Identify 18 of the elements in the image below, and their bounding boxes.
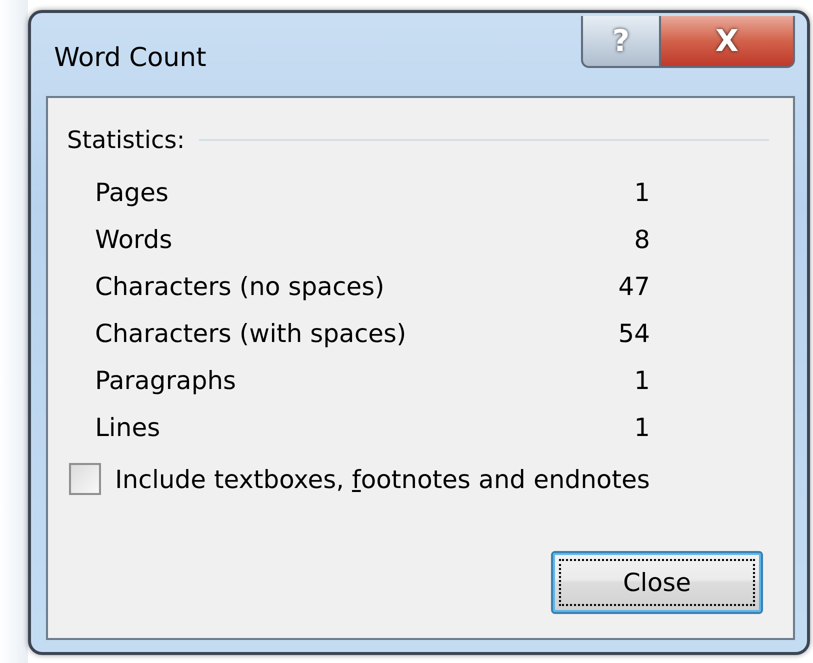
checkbox[interactable] xyxy=(69,463,101,495)
close-dialog-button[interactable]: Close xyxy=(551,551,763,614)
statistic-value: 54 xyxy=(618,318,650,348)
window-title: Word Count xyxy=(54,43,206,73)
statistic-value: 1 xyxy=(634,412,650,442)
statistic-value: 1 xyxy=(634,366,650,394)
statistic-value: 47 xyxy=(618,272,650,300)
statistic-label: Paragraphs xyxy=(95,366,236,394)
statistic-value: 8 xyxy=(634,224,650,254)
statistic-label: Lines xyxy=(95,412,160,442)
window-close-button[interactable]: X xyxy=(661,16,795,68)
statistic-label: Pages xyxy=(95,178,169,206)
statistic-label: Characters (no spaces) xyxy=(95,272,384,300)
statistic-label: Characters (with spaces) xyxy=(95,318,406,348)
group-heading: Statistics: xyxy=(67,126,185,154)
statistic-value: 1 xyxy=(634,178,650,206)
statistic-label: Words xyxy=(95,224,172,254)
checkbox-label[interactable]: Include textboxes, footnotes and endnotes xyxy=(115,464,650,494)
